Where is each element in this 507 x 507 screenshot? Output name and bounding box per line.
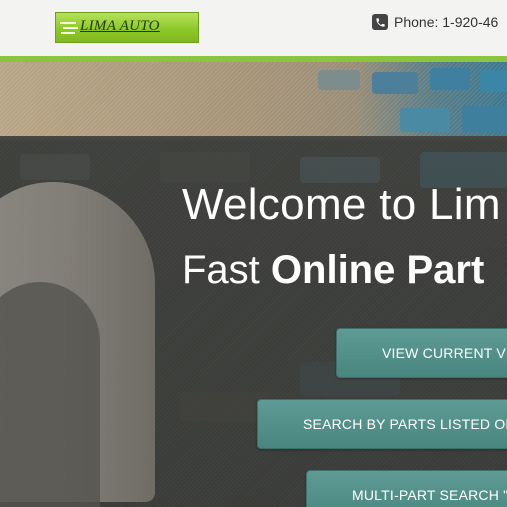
site-logo[interactable]: LIMA AUTO [55, 12, 199, 43]
phone-number: Phone: 1-920-46 [394, 14, 499, 30]
view-current-vehicles-button[interactable]: VIEW CURRENT VE [336, 328, 507, 378]
hero-tagline-bold: Online Part [270, 248, 485, 292]
hero-tagline: Fast Online Part [182, 248, 485, 292]
hero-banner: Welcome to Lim Fast Online Part VIEW CUR… [0, 62, 507, 507]
logo-text: LIMA AUTO [80, 18, 160, 34]
speed-lines-icon [60, 22, 78, 34]
hero-background-strip [0, 62, 507, 136]
site-header: LIMA AUTO Phone: 1-920-46 [0, 0, 507, 56]
phone-icon [372, 14, 388, 30]
phone-contact[interactable]: Phone: 1-920-46 [372, 14, 498, 30]
search-parts-listed-button[interactable]: SEARCH BY PARTS LISTED ON [257, 399, 507, 449]
multi-part-search-button[interactable]: MULTI-PART SEARCH " [306, 470, 507, 507]
hero-heading: Welcome to Lim [182, 180, 501, 229]
